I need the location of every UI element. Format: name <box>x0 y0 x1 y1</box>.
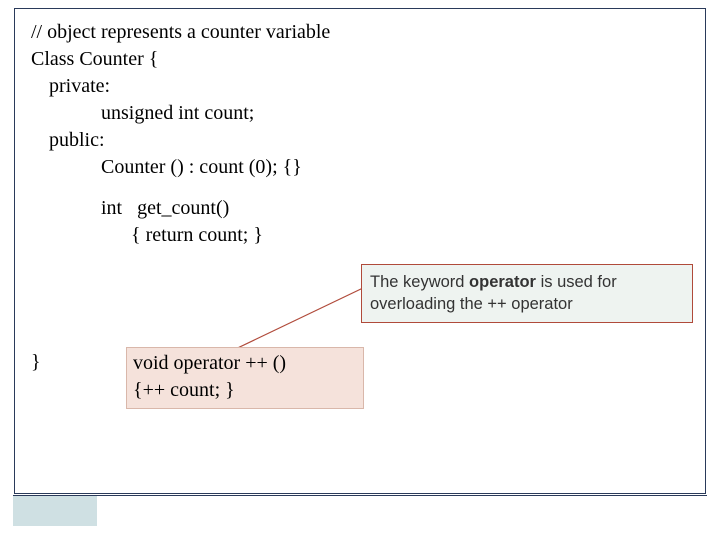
bottom-rule <box>13 495 707 496</box>
bottom-accent <box>13 496 97 526</box>
slide-frame: // object represents a counter variable … <box>14 8 706 494</box>
blank-line <box>31 181 689 195</box>
code-getcount-sig: int get_count() <box>31 195 689 222</box>
callout-box: The keyword operator is used for overloa… <box>361 264 693 323</box>
code-getcount-body: { return count; } <box>31 222 689 249</box>
callout-keyword: operator <box>469 273 536 291</box>
operator-overload-block: void operator ++ () {++ count; } <box>126 347 364 409</box>
callout-pre: The keyword <box>370 273 469 291</box>
highlight-line2: {++ count; } <box>133 377 357 404</box>
code-class-decl: Class Counter { <box>31 46 689 73</box>
code-private: private: <box>31 73 689 100</box>
code-ctor: Counter () : count (0); {} <box>31 154 689 181</box>
code-member: unsigned int count; <box>31 100 689 127</box>
code-public: public: <box>31 127 689 154</box>
code-comment: // object represents a counter variable <box>31 19 689 46</box>
highlight-line1: void operator ++ () <box>133 350 357 377</box>
